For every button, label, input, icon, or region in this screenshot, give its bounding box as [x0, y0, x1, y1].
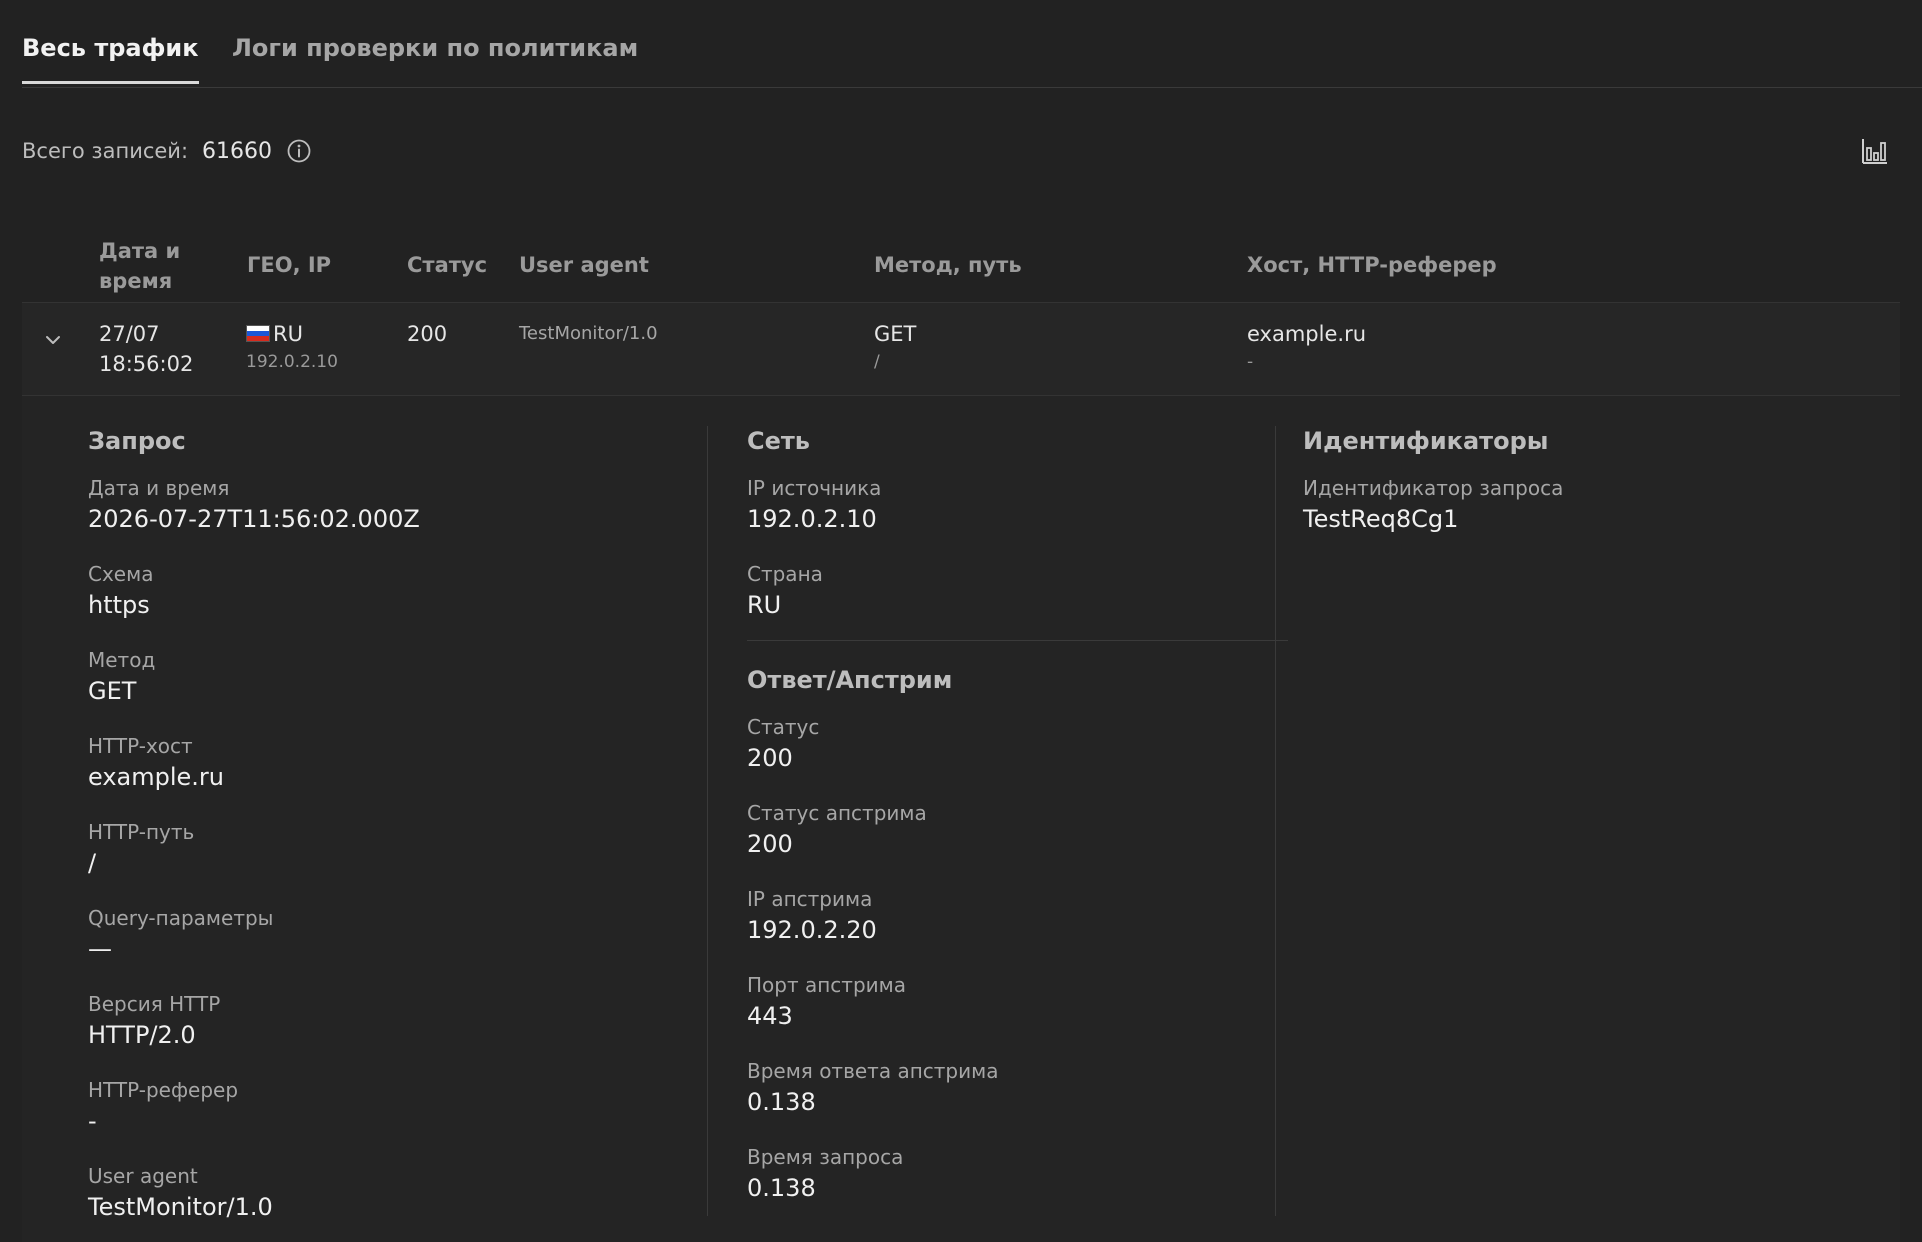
field-label: Метод — [88, 648, 156, 672]
field-label: Время запроса — [747, 1145, 904, 1169]
identifiers-section-title: Идентификаторы — [1303, 427, 1549, 455]
field-value: / — [88, 849, 97, 877]
detail-field: Query-параметры — — [88, 904, 648, 966]
chevron-down-icon[interactable] — [42, 329, 64, 351]
detail-field: IP апстрима 192.0.2.20 — [747, 885, 1272, 947]
row-referer: - — [1247, 352, 1254, 372]
field-label: Страна — [747, 562, 823, 586]
network-section-title: Сеть — [747, 427, 810, 455]
column-geo[interactable]: ГЕО, IP — [247, 250, 331, 280]
field-label: Порт апстрима — [747, 973, 906, 997]
field-label: Статус — [747, 715, 820, 739]
detail-field: Время запроса 0.138 — [747, 1143, 1272, 1205]
field-value: — — [88, 935, 112, 963]
detail-field: Версия HTTP HTTP/2.0 — [88, 990, 648, 1052]
detail-field: User agent TestMonitor/1.0 — [88, 1162, 648, 1224]
detail-field: Порт апстрима 443 — [747, 971, 1272, 1033]
info-icon[interactable] — [286, 138, 312, 164]
tab-policy-logs[interactable]: Логи проверки по политикам — [232, 34, 638, 81]
field-value: - — [88, 1107, 97, 1135]
field-label: HTTP-хост — [88, 734, 193, 758]
field-value: 200 — [747, 744, 793, 772]
field-label: Версия HTTP — [88, 992, 221, 1016]
field-value: RU — [747, 591, 782, 619]
row-date: 27/07 — [99, 322, 160, 346]
field-label: Схема — [88, 562, 154, 586]
row-country: RU — [273, 322, 303, 346]
field-value: 0.138 — [747, 1174, 816, 1202]
row-detail-panel: Запрос Дата и время 2026-07-27T11:56:02.0… — [22, 396, 1900, 1242]
row-status: 200 — [407, 322, 448, 346]
row-path: / — [874, 352, 880, 372]
field-value: TestMonitor/1.0 — [88, 1193, 273, 1221]
bar-chart-icon[interactable] — [1860, 136, 1890, 166]
detail-field: Статус 200 — [747, 713, 1272, 775]
detail-field: HTTP-путь / — [88, 818, 648, 880]
tab-all-traffic[interactable]: Весь трафик — [22, 34, 199, 84]
request-section: Запрос Дата и время 2026-07-27T11:56:02.0… — [88, 426, 648, 1242]
detail-field: Метод GET — [88, 646, 648, 708]
row-datetime: 27/07 18:56:02 — [99, 319, 193, 379]
table-header: Дата и время ГЕО, IP Статус User agent М… — [22, 232, 1900, 302]
records-label: Всего записей: — [22, 139, 189, 163]
field-value: 192.0.2.10 — [747, 505, 877, 533]
field-label: Время ответа апстрима — [747, 1059, 999, 1083]
field-value: 443 — [747, 1002, 793, 1030]
field-label: HTTP-путь — [88, 820, 195, 844]
field-value: HTTP/2.0 — [88, 1021, 196, 1049]
row-host-referer: example.ru - — [1247, 319, 1366, 375]
tab-bar: Весь трафик Логи проверки по политикам — [22, 0, 1922, 88]
field-label: Дата и время — [88, 476, 230, 500]
row-method-path: GET / — [874, 319, 916, 375]
column-user-agent[interactable]: User agent — [519, 250, 649, 280]
column-status[interactable]: Статус — [407, 250, 487, 280]
detail-field: HTTP-реферер - — [88, 1076, 648, 1138]
field-value: TestReq8Cg1 — [1303, 505, 1459, 533]
detail-field: Страна RU — [747, 560, 1272, 622]
response-section-title: Ответ/Апстрим — [747, 666, 953, 694]
column-method[interactable]: Метод, путь — [874, 250, 1022, 280]
column-host[interactable]: Хост, HTTP-реферер — [1247, 250, 1497, 280]
row-ip: 192.0.2.10 — [246, 352, 338, 372]
detail-field: Идентификатор запроса TestReq8Cg1 — [1303, 474, 1835, 536]
network-response-section: Сеть IP источника 192.0.2.10 Страна RU Отв… — [707, 426, 1288, 1216]
records-summary: Всего записей: 61660 — [22, 136, 312, 166]
request-section-title: Запрос — [88, 427, 186, 455]
identifiers-section: Идентификаторы Идентификатор запроса Test… — [1275, 426, 1835, 1216]
field-value: 2026-07-27T11:56:02.000Z — [88, 505, 420, 533]
field-label: IP источника — [747, 476, 882, 500]
row-user-agent: TestMonitor/1.0 — [519, 323, 658, 344]
detail-field: Время ответа апстрима 0.138 — [747, 1057, 1272, 1119]
field-label: IP апстрима — [747, 887, 873, 911]
section-divider — [747, 640, 1288, 641]
table-row[interactable]: 27/07 18:56:02 RU 192.0.2.10 200 TestMon… — [22, 302, 1900, 396]
detail-field: IP источника 192.0.2.10 — [747, 474, 1272, 536]
row-time: 18:56:02 — [99, 352, 194, 376]
field-label: User agent — [88, 1164, 198, 1188]
field-label: Идентификатор запроса — [1303, 476, 1564, 500]
detail-field: Статус апстрима 200 — [747, 799, 1272, 861]
field-value: 200 — [747, 830, 793, 858]
flag-ru-icon — [246, 325, 270, 342]
column-date[interactable]: Дата и время — [99, 236, 219, 296]
detail-field: Дата и время 2026-07-27T11:56:02.000Z — [88, 474, 648, 536]
field-value: https — [88, 591, 150, 619]
field-value: example.ru — [88, 763, 225, 791]
field-label: HTTP-реферер — [88, 1078, 239, 1102]
field-value: GET — [88, 677, 137, 705]
field-label: Query-параметры — [88, 906, 274, 930]
field-label: Статус апстрима — [747, 801, 927, 825]
field-value: 0.138 — [747, 1088, 816, 1116]
traffic-log-page: Весь трафик Логи проверки по политикам В… — [0, 0, 1922, 1242]
row-host: example.ru — [1247, 322, 1367, 346]
row-method: GET — [874, 322, 917, 346]
detail-field: HTTP-хост example.ru — [88, 732, 648, 794]
field-value: 192.0.2.20 — [747, 916, 877, 944]
row-geo: RU 192.0.2.10 — [246, 319, 338, 375]
records-count: 61660 — [202, 138, 273, 164]
detail-field: Схема https — [88, 560, 648, 622]
